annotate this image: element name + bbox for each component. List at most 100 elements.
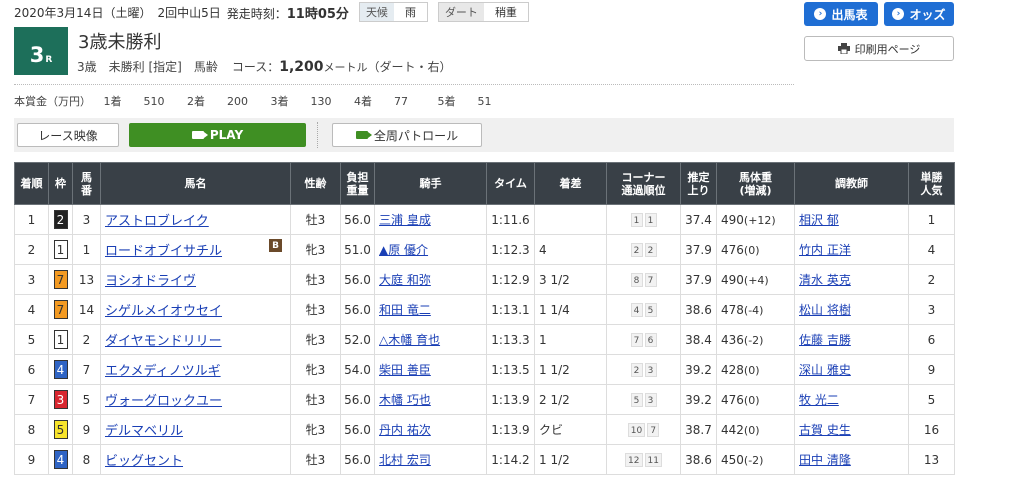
sex-age: 牡3 <box>290 384 341 415</box>
margin <box>534 204 607 235</box>
rank: 4 <box>14 294 49 325</box>
margin: 2 1/2 <box>534 384 607 415</box>
jockey-cell: 三浦 皇成 <box>374 204 487 235</box>
jockey-link[interactable]: 丹内 祐次 <box>379 423 431 437</box>
last3f: 38.6 <box>680 294 717 325</box>
last3f: 38.4 <box>680 324 717 355</box>
last3f: 39.2 <box>680 384 717 415</box>
horse-link[interactable]: ビッグセント <box>105 454 183 469</box>
race-date: 2020年3月14日（土曜） <box>14 5 152 20</box>
waku-cell: 1 <box>48 234 73 265</box>
weight: 56.0 <box>340 444 375 475</box>
last3f: 37.9 <box>680 234 717 265</box>
body-weight: 478 <box>721 302 744 317</box>
body-weight-diff: (-4) <box>743 303 764 317</box>
waku-badge: 2 <box>53 210 68 229</box>
corner-position: 2 <box>630 363 643 377</box>
horse-link[interactable]: ヴォーグロックユー <box>105 394 222 409</box>
sex-age: 牝3 <box>290 354 341 385</box>
corner-position: 3 <box>644 393 657 407</box>
race-title: 3歳未勝利 <box>78 32 162 53</box>
col-horse-name: 馬名 <box>100 162 291 205</box>
waku-badge: 1 <box>53 330 68 349</box>
jockey-link[interactable]: 和田 竜二 <box>379 303 431 317</box>
trainer-cell: 相沢 郁 <box>794 204 909 235</box>
horse-link[interactable]: ダイヤモンドリリー <box>105 334 222 349</box>
body-weight-diff: (-2) <box>743 333 764 347</box>
horse-number: 8 <box>72 444 101 475</box>
col-margin: 着差 <box>534 162 607 205</box>
horse-link[interactable]: エクメディノツルギ <box>105 364 221 379</box>
track-label: ダート <box>438 3 484 21</box>
finish-time: 1:12.3 <box>486 234 535 265</box>
race-video-button[interactable]: レース映像 <box>17 123 119 147</box>
horse-link[interactable]: ヨシオドライヴ <box>105 274 196 289</box>
corner-cell: 76 <box>606 324 681 355</box>
weight: 56.0 <box>340 264 375 295</box>
prize-place-1: 1着 <box>103 95 122 108</box>
horse-number: 1 <box>72 234 101 265</box>
waku-badge: 5 <box>53 420 68 439</box>
horse-link[interactable]: ロードオブイサチル <box>105 244 222 259</box>
trainer-link[interactable]: 古賀 史生 <box>799 423 851 437</box>
trainer-link[interactable]: 相沢 郁 <box>799 213 839 227</box>
weather-value: 雨 <box>404 6 416 19</box>
trainer-link[interactable]: 田中 清隆 <box>799 453 851 467</box>
shutsuba-button[interactable]: › 出馬表 <box>804 2 878 26</box>
prize-amount-5: 51 <box>477 95 492 108</box>
trainer-link[interactable]: 松山 将樹 <box>799 303 851 317</box>
body-weight: 476 <box>721 242 744 257</box>
jockey-link[interactable]: 大庭 和弥 <box>379 273 431 287</box>
waku-badge: 4 <box>53 360 68 379</box>
print-label: 印刷用ページ <box>854 42 921 56</box>
prize-place-4: 4着 <box>354 95 372 108</box>
jockey-link[interactable]: 柴田 善臣 <box>379 363 431 377</box>
sex-age: 牝3 <box>290 324 341 355</box>
popularity: 13 <box>908 444 955 475</box>
corner-position: 3 <box>644 363 657 377</box>
corner-position: 4 <box>630 303 643 317</box>
col-popularity: 単勝 人気 <box>908 162 955 205</box>
corner-position: 2 <box>644 243 657 257</box>
horse-link[interactable]: アストロブレイク <box>105 214 209 229</box>
corner-position: 1 <box>630 213 643 227</box>
waku-cell: 5 <box>48 414 73 445</box>
odds-button[interactable]: › オッズ <box>884 2 954 26</box>
trainer-cell: 田中 清隆 <box>794 444 909 475</box>
table-row: 4 7 14 シゲルメイオウセイ 牡3 56.0 和田 竜二 1:13.1 1 1/4 4 5 38.… <box>14 294 955 325</box>
corner-position: 8 <box>630 273 643 287</box>
header-divider <box>14 84 794 85</box>
trainer-link[interactable]: 牧 光二 <box>799 393 839 407</box>
trainer-link[interactable]: 竹内 正洋 <box>799 243 851 257</box>
table-row: 3 7 13 ヨシオドライヴ 牡3 56.0 大庭 和弥 1:12.9 3 1/2 8 7 37.9 4… <box>14 264 955 295</box>
trainer-link[interactable]: 深山 雅史 <box>799 363 851 377</box>
body-weight-cell: 478(-4) <box>716 294 795 325</box>
prize-place-2: 2着 <box>187 95 205 108</box>
jockey-link[interactable]: 北村 宏司 <box>379 453 431 467</box>
waku-cell: 4 <box>48 354 73 385</box>
weather-label: 天候 <box>359 3 394 21</box>
horse-link[interactable]: デルマベリル <box>105 424 183 439</box>
finish-time: 1:13.9 <box>486 414 535 445</box>
horse-number: 3 <box>72 204 101 235</box>
jockey-link[interactable]: 木幡 巧也 <box>379 393 431 407</box>
popularity: 5 <box>908 384 955 415</box>
waku-badge: 7 <box>53 270 68 289</box>
trainer-link[interactable]: 清水 英克 <box>799 273 851 287</box>
body-weight: 436 <box>721 332 744 347</box>
jockey-link[interactable]: ▲原 優介 <box>379 243 428 257</box>
trainer-link[interactable]: 佐藤 吉勝 <box>799 333 851 347</box>
play-button[interactable]: PLAY <box>129 123 306 147</box>
patrol-button[interactable]: 全周パトロール <box>332 123 482 147</box>
last3f: 38.6 <box>680 444 717 475</box>
rank: 8 <box>14 414 49 445</box>
horse-link[interactable]: シゲルメイオウセイ <box>105 304 222 319</box>
margin: クビ <box>534 414 607 445</box>
video-bar-divider <box>317 122 318 148</box>
distance-unit: メートル <box>323 61 368 74</box>
print-page-button[interactable]: 印刷用ページ <box>804 36 954 61</box>
race-video-label: レース映像 <box>38 128 98 143</box>
jockey-link[interactable]: △木幡 育也 <box>379 333 440 347</box>
jockey-link[interactable]: 三浦 皇成 <box>379 213 431 227</box>
weight: 56.0 <box>340 384 375 415</box>
